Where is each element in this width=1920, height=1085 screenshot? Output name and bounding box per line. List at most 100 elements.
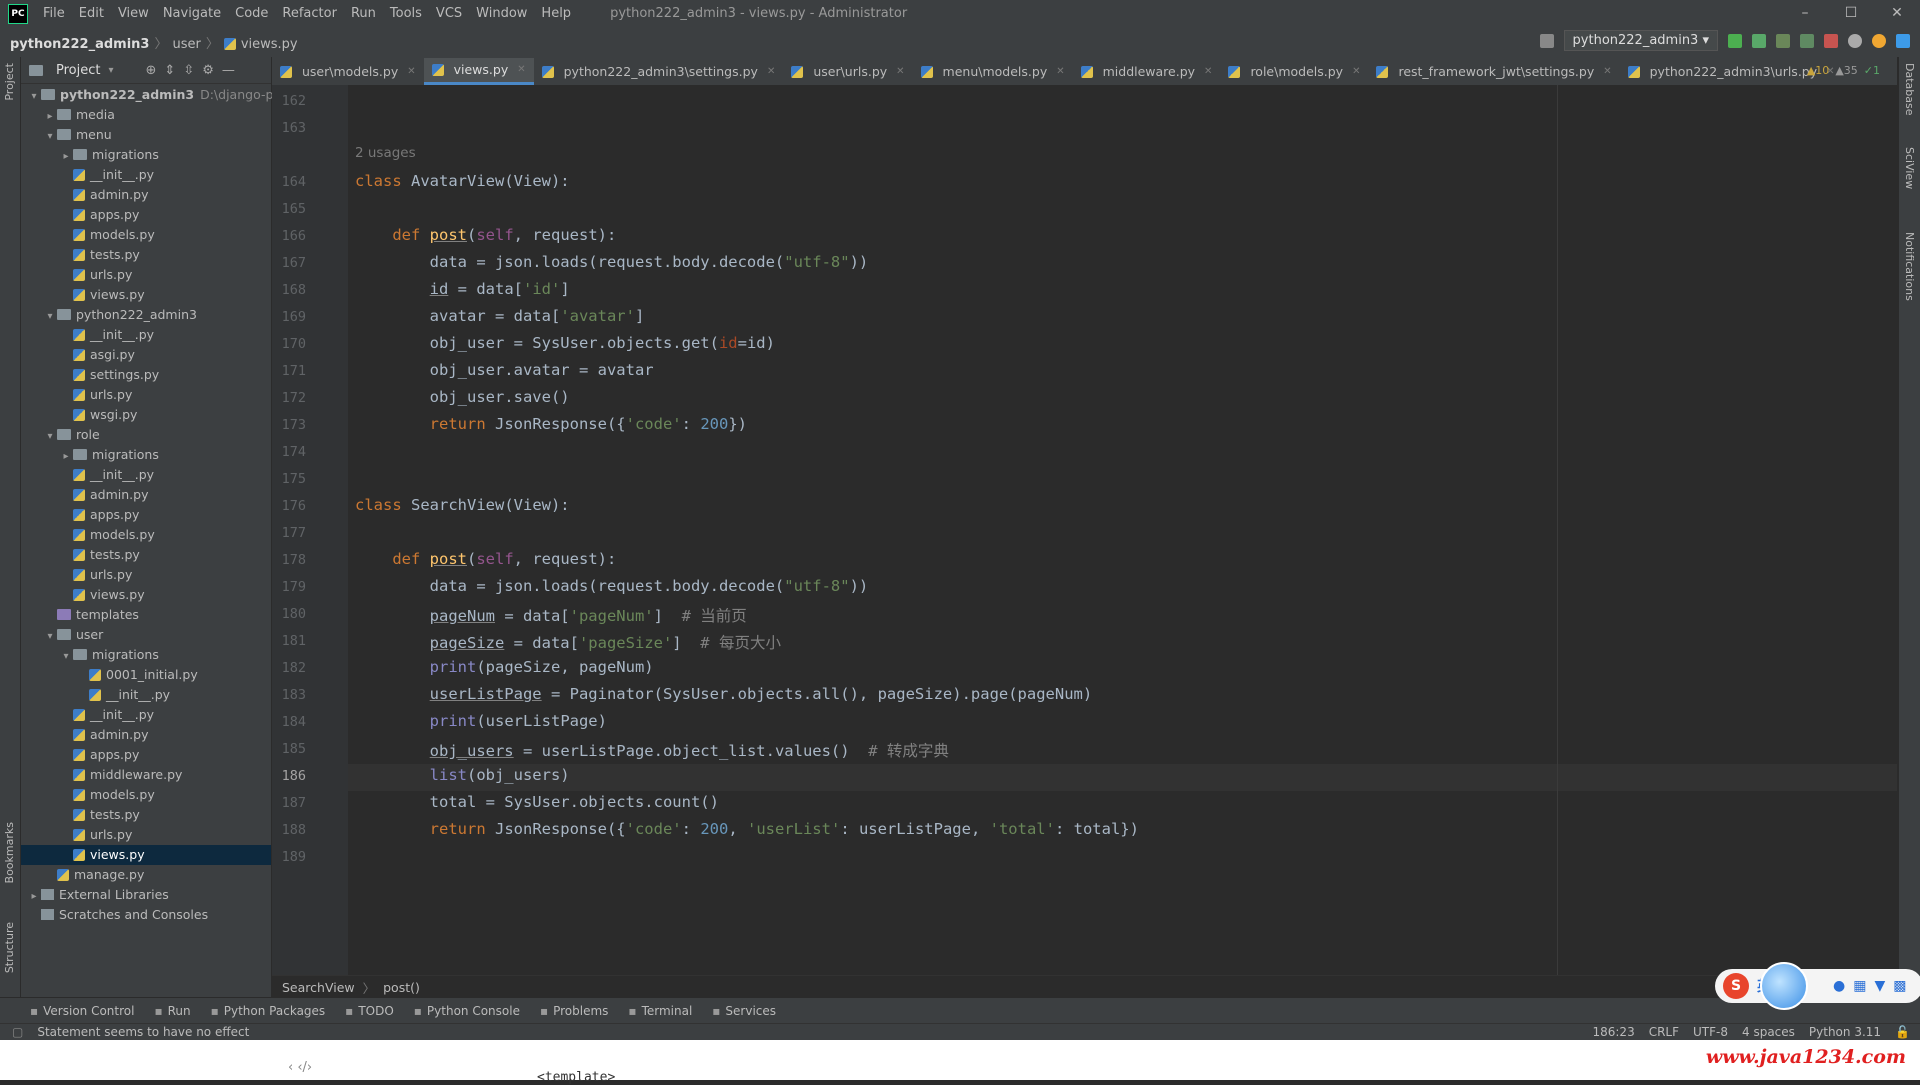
expand-all-icon[interactable]: ⇕ — [164, 63, 175, 78]
code-line[interactable]: def post(self, request): — [355, 226, 616, 244]
tree-item[interactable]: __init__.py — [21, 465, 271, 485]
code-line[interactable]: data = json.loads(request.body.decode("u… — [355, 577, 869, 595]
minimize-button[interactable]: – — [1782, 0, 1828, 27]
close-tab-icon[interactable]: ✕ — [1056, 58, 1064, 85]
code-line[interactable]: pageSize = data['pageSize'] # 每页大小 — [355, 631, 781, 653]
menu-refactor[interactable]: Refactor — [282, 6, 337, 21]
keyboard-icon[interactable]: ▦ — [1853, 978, 1866, 994]
tree-item[interactable]: views.py — [21, 285, 271, 305]
tree-item[interactable]: ▾ role — [21, 425, 271, 445]
tool-window-todo[interactable]: ▪ TODO — [345, 1004, 394, 1018]
editor-tab[interactable]: middleware.py ✕ — [1073, 58, 1221, 85]
nav-project[interactable]: python222_admin3 — [10, 37, 149, 52]
code-line[interactable]: print(pageSize, pageNum) — [355, 658, 654, 676]
tree-item[interactable]: models.py — [21, 785, 271, 805]
close-tab-icon[interactable]: ✕ — [1603, 58, 1611, 85]
code-editor[interactable] — [348, 85, 1897, 975]
profile-icon[interactable] — [1800, 33, 1814, 48]
tree-item[interactable]: manage.py — [21, 865, 271, 885]
usages-hint[interactable]: 2 usages — [355, 145, 416, 161]
notifications-tool-button[interactable]: Notifications — [1903, 232, 1916, 301]
editor-tab[interactable]: rest_framework_jwt\settings.py ✕ — [1368, 58, 1619, 85]
structure-tool-button[interactable]: Structure — [3, 922, 16, 973]
menu-vcs[interactable]: VCS — [436, 6, 462, 21]
nav-folder[interactable]: user — [172, 37, 200, 52]
database-tool-button[interactable]: Database — [1903, 63, 1916, 116]
menu-view[interactable]: View — [118, 6, 149, 21]
tree-item[interactable]: urls.py — [21, 565, 271, 585]
code-line[interactable]: obj_user = SysUser.objects.get(id=id) — [355, 334, 775, 352]
breadcrumb-method[interactable]: post() — [383, 980, 420, 995]
tree-item[interactable]: models.py — [21, 525, 271, 545]
editor-tab[interactable]: views.py ✕ — [423, 58, 534, 85]
tree-item[interactable]: urls.py — [21, 825, 271, 845]
tree-item[interactable]: ▾ menu — [21, 125, 271, 145]
tree-item[interactable]: ▾ user — [21, 625, 271, 645]
stop-icon[interactable] — [1824, 33, 1838, 48]
tool-window-python-packages[interactable]: ▪ Python Packages — [211, 1004, 326, 1018]
gear-icon[interactable]: ⚙ — [202, 63, 214, 78]
status-toggle-icon[interactable]: ▢ — [12, 1025, 23, 1039]
skin-icon[interactable]: ▼ — [1874, 978, 1885, 994]
tool-window-terminal[interactable]: ▪ Terminal — [628, 1004, 692, 1018]
chevron-right-icon[interactable]: ▸ — [59, 447, 73, 467]
chevron-down-icon[interactable]: ▾ — [43, 427, 57, 447]
close-window-button[interactable]: ✕ — [1874, 0, 1920, 27]
collapse-all-icon[interactable]: ⇳ — [183, 63, 194, 78]
tree-item[interactable]: __init__.py — [21, 685, 271, 705]
code-line[interactable]: id = data['id'] — [355, 280, 570, 298]
menu-edit[interactable]: Edit — [79, 6, 104, 21]
project-panel-title[interactable]: Project — [56, 63, 100, 78]
code-line[interactable]: class AvatarView(View): — [355, 172, 570, 190]
tree-item[interactable]: admin.py — [21, 485, 271, 505]
tree-item[interactable]: apps.py — [21, 205, 271, 225]
tree-item[interactable]: asgi.py — [21, 345, 271, 365]
code-line[interactable]: obj_user.save() — [355, 388, 570, 406]
close-tab-icon[interactable]: ✕ — [407, 58, 415, 85]
tool-window-run[interactable]: ▪ Run — [154, 1004, 190, 1018]
maximize-button[interactable]: ☐ — [1828, 0, 1874, 27]
chevron-right-icon[interactable]: ▸ — [27, 887, 41, 907]
close-tab-icon[interactable]: ✕ — [896, 58, 904, 85]
tree-item[interactable]: urls.py — [21, 265, 271, 285]
editor-tab[interactable]: user\urls.py ✕ — [783, 58, 912, 85]
tool-window-services[interactable]: ▪ Services — [712, 1004, 776, 1018]
menu-navigate[interactable]: Navigate — [163, 6, 221, 21]
run-config-dropdown[interactable]: python222_admin3 ▾ — [1563, 30, 1718, 51]
code-line[interactable]: class SearchView(View): — [355, 496, 570, 514]
code-line[interactable]: return JsonResponse({'code': 200, 'userL… — [355, 820, 1139, 838]
tree-item[interactable]: templates — [21, 605, 271, 625]
editor-tab[interactable]: menu\models.py ✕ — [913, 58, 1073, 85]
breadcrumb-class[interactable]: SearchView — [282, 980, 355, 995]
code-line[interactable]: obj_user.avatar = avatar — [355, 361, 654, 379]
tree-item[interactable]: apps.py — [21, 745, 271, 765]
toolbox-icon[interactable]: ▩ — [1893, 978, 1906, 994]
nav-file[interactable]: views.py — [241, 37, 298, 52]
close-tab-icon[interactable]: ✕ — [1204, 58, 1212, 85]
coverage-icon[interactable] — [1776, 33, 1790, 48]
code-line[interactable]: userListPage = Paginator(SysUser.objects… — [355, 685, 1093, 703]
indent-setting[interactable]: 4 spaces — [1742, 1024, 1795, 1040]
menu-help[interactable]: Help — [541, 6, 571, 21]
tool-window-python-console[interactable]: ▪ Python Console — [414, 1004, 520, 1018]
rerun-icon[interactable] — [1728, 33, 1742, 48]
python-interpreter[interactable]: Python 3.11 — [1809, 1024, 1881, 1040]
tree-item[interactable]: tests.py — [21, 245, 271, 265]
tree-item[interactable]: 0001_initial.py — [21, 665, 271, 685]
line-separator[interactable]: CRLF — [1649, 1024, 1679, 1040]
tree-item[interactable]: urls.py — [21, 385, 271, 405]
tool-window-version-control[interactable]: ▪ Version Control — [30, 1004, 134, 1018]
editor-tab[interactable]: user\models.py ✕ — [272, 58, 424, 85]
code-line[interactable]: pageNum = data['pageNum'] # 当前页 — [355, 604, 747, 626]
code-line[interactable]: obj_users = userListPage.object_list.val… — [355, 739, 949, 761]
tool-window-problems[interactable]: ▪ Problems — [540, 1004, 608, 1018]
jetbrains-icon[interactable] — [1896, 33, 1910, 48]
tree-item[interactable]: settings.py — [21, 365, 271, 385]
code-line[interactable]: print(userListPage) — [355, 712, 607, 730]
sciview-tool-button[interactable]: SciView — [1903, 147, 1916, 189]
inspection-widget[interactable]: ▲10 ▲35 ✓1 — [1807, 64, 1880, 77]
locate-icon[interactable]: ⊕ — [146, 63, 157, 78]
chevron-down-icon[interactable]: ▾ — [108, 65, 113, 76]
tree-item[interactable]: Scratches and Consoles — [21, 905, 271, 925]
tree-item[interactable]: ▾ python222_admin3 — [21, 305, 271, 325]
